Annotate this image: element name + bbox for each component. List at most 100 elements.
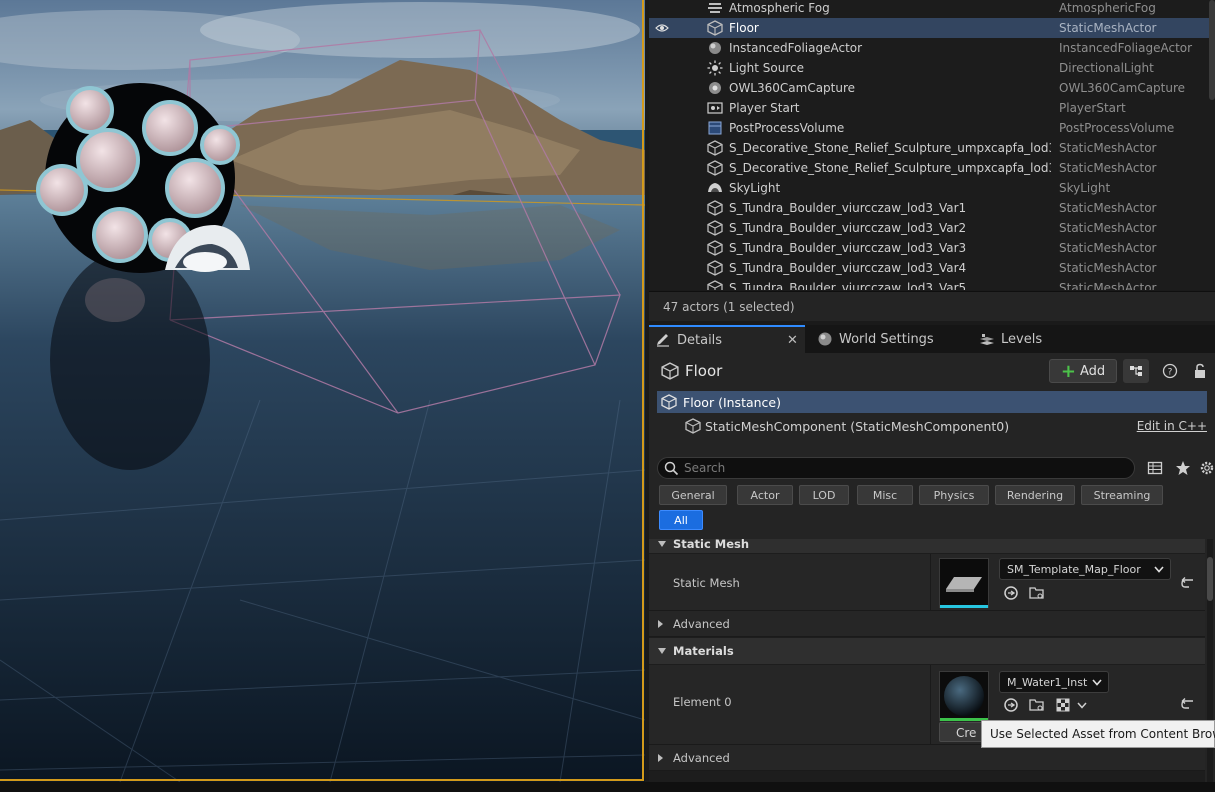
actor-type: StaticMeshActor [1059, 261, 1157, 275]
filter-all[interactable]: All [659, 510, 703, 530]
chevron-down-icon[interactable] [1073, 696, 1091, 714]
category-materials[interactable]: Materials [649, 638, 1205, 664]
details-search-box[interactable] [657, 457, 1135, 479]
static-mesh-value: SM_Template_Map_Floor [1007, 563, 1141, 576]
tooltip: Use Selected Asset from Content Browser [981, 720, 1215, 748]
filter-streaming[interactable]: Streaming [1081, 485, 1163, 505]
player-start-icon [707, 100, 723, 116]
outliner-row[interactable]: Light Source DirectionalLight [649, 58, 1209, 78]
outliner-row[interactable]: S_Tundra_Boulder_viurcczaw_lod3_Var4 Stat… [649, 258, 1209, 278]
search-icon [664, 461, 679, 476]
collapse-arrow-icon [658, 541, 666, 547]
camera-capture-icon [707, 80, 723, 96]
actor-type: SkyLight [1059, 181, 1111, 195]
tab-world-settings-label: World Settings [839, 331, 934, 347]
search-input[interactable] [684, 460, 1124, 476]
star-icon[interactable] [1175, 460, 1191, 476]
outliner-row[interactable]: S_Decorative_Stone_Relief_Sculpture_umpx… [649, 158, 1209, 178]
browse-folder-icon[interactable] [1028, 696, 1046, 714]
actor-name: OWL360CamCapture [729, 81, 856, 95]
edit-in-cpp-link[interactable]: Edit in C++ [1137, 419, 1207, 433]
category-static-mesh[interactable]: Static Mesh [649, 539, 1205, 553]
lock-icon[interactable] [1187, 359, 1213, 383]
outliner-row[interactable]: S_Tundra_Boulder_viurcczaw_lod3_Var2 Stat… [649, 218, 1209, 238]
actor-name: InstancedFoliageActor [729, 41, 863, 55]
add-component-button[interactable]: + Add [1049, 359, 1117, 383]
reset-arrow-icon[interactable] [1179, 574, 1197, 592]
gear-icon[interactable] [1199, 460, 1215, 476]
chevron-down-icon [1092, 679, 1102, 686]
tab-details[interactable]: Details ✕ [649, 325, 805, 353]
filter-lod[interactable]: LOD [799, 485, 849, 505]
advanced-row-2[interactable]: Advanced [649, 745, 1205, 771]
static-mesh-label: Static Mesh [673, 576, 740, 590]
create-button-label: Cre [956, 726, 977, 740]
static-mesh-thumbnail[interactable] [939, 558, 989, 608]
filter-physics[interactable]: Physics [919, 485, 989, 505]
outliner-row[interactable]: S_Tundra_Boulder_viurcczaw_lod3_Var5 Stat… [649, 278, 1209, 290]
panel-tabs: Details ✕ World Settings Levels [649, 325, 1215, 353]
outliner-row[interactable]: Player Start PlayerStart [649, 98, 1209, 118]
outliner-row[interactable]: Atmospheric Fog AtmosphericFog [649, 0, 1209, 18]
outliner-row[interactable]: S_Tundra_Boulder_viurcczaw_lod3_Var1 Stat… [649, 198, 1209, 218]
tab-world-settings[interactable]: World Settings [817, 325, 967, 353]
actor-name: Light Source [729, 61, 804, 75]
filter-rendering[interactable]: Rendering [995, 485, 1075, 505]
details-title: Floor [685, 362, 723, 380]
material-combo[interactable]: M_Water1_Inst [999, 671, 1109, 693]
outliner-list[interactable]: Atmospheric Fog AtmosphericFog Floor Static… [649, 0, 1215, 290]
close-tab-icon[interactable]: ✕ [787, 333, 798, 348]
outliner-row[interactable]: S_Decorative_Stone_Relief_Sculpture_umpx… [649, 138, 1209, 158]
advanced-row[interactable]: Advanced [649, 611, 1205, 637]
component-instance-row[interactable]: Floor (Instance) [657, 391, 1207, 413]
outliner-row[interactable]: SkyLight SkyLight [649, 178, 1209, 198]
foliage-icon [707, 40, 723, 56]
actor-type: OWL360CamCapture [1059, 81, 1186, 95]
static-mesh-icon [661, 362, 679, 380]
actor-name: S_Tundra_Boulder_viurcczaw_lod3_Var4 [729, 261, 967, 275]
static-mesh-icon [707, 220, 723, 236]
browse-folder-icon[interactable] [1028, 584, 1046, 602]
reset-arrow-icon[interactable] [1179, 695, 1197, 713]
filter-general[interactable]: General [659, 485, 727, 505]
details-scroll-thumb[interactable] [1207, 557, 1213, 601]
level-viewport[interactable] [0, 0, 645, 782]
svg-text:?: ? [1168, 368, 1173, 378]
column-divider [930, 554, 931, 610]
outliner-row[interactable]: PostProcessVolume PostProcessVolume [649, 118, 1209, 138]
filter-misc[interactable]: Misc [857, 485, 913, 505]
outliner-scrollbar[interactable] [1209, 0, 1215, 100]
table-view-icon[interactable] [1147, 460, 1163, 476]
outliner-row[interactable]: InstancedFoliageActor InstancedFoliageAct… [649, 38, 1209, 58]
help-icon[interactable]: ? [1157, 359, 1183, 383]
property-list: Static Mesh Static Mesh SM_Template_Map_… [649, 539, 1205, 792]
texture-checker-icon[interactable] [1054, 696, 1072, 714]
column-divider [930, 665, 931, 744]
use-selected-asset-icon[interactable] [1002, 584, 1020, 602]
static-mesh-combo[interactable]: SM_Template_Map_Floor [999, 558, 1171, 580]
filter-actor[interactable]: Actor [737, 485, 793, 505]
static-mesh-icon [661, 394, 677, 410]
actor-name: Player Start [729, 101, 800, 115]
pencil-icon [657, 334, 669, 347]
material-thumbnail[interactable] [939, 671, 989, 721]
actor-type: StaticMeshActor [1059, 221, 1157, 235]
outliner-row[interactable]: Floor StaticMeshActor [649, 18, 1209, 38]
outliner-row[interactable]: OWL360CamCapture OWL360CamCapture [649, 78, 1209, 98]
category-materials-label: Materials [673, 644, 734, 658]
use-selected-asset-icon[interactable] [1002, 696, 1020, 714]
plus-icon: + [1060, 360, 1076, 382]
levels-icon [980, 334, 994, 345]
fog-icon [707, 0, 723, 16]
tab-levels[interactable]: Levels [979, 325, 1089, 353]
globe-icon [818, 332, 832, 346]
instance-label: Floor (Instance) [683, 395, 781, 410]
add-label: Add [1079, 363, 1106, 379]
details-scrollbar[interactable] [1207, 539, 1213, 792]
postprocess-icon [707, 120, 723, 136]
component-row[interactable]: StaticMeshComponent (StaticMeshComponent… [657, 415, 1207, 437]
outliner-row[interactable]: S_Tundra_Boulder_viurcczaw_lod3_Var3 Stat… [649, 238, 1209, 258]
visibility-eye-icon[interactable] [655, 21, 669, 35]
details-search-row [657, 457, 1215, 479]
blueprint-icon[interactable] [1123, 359, 1149, 383]
